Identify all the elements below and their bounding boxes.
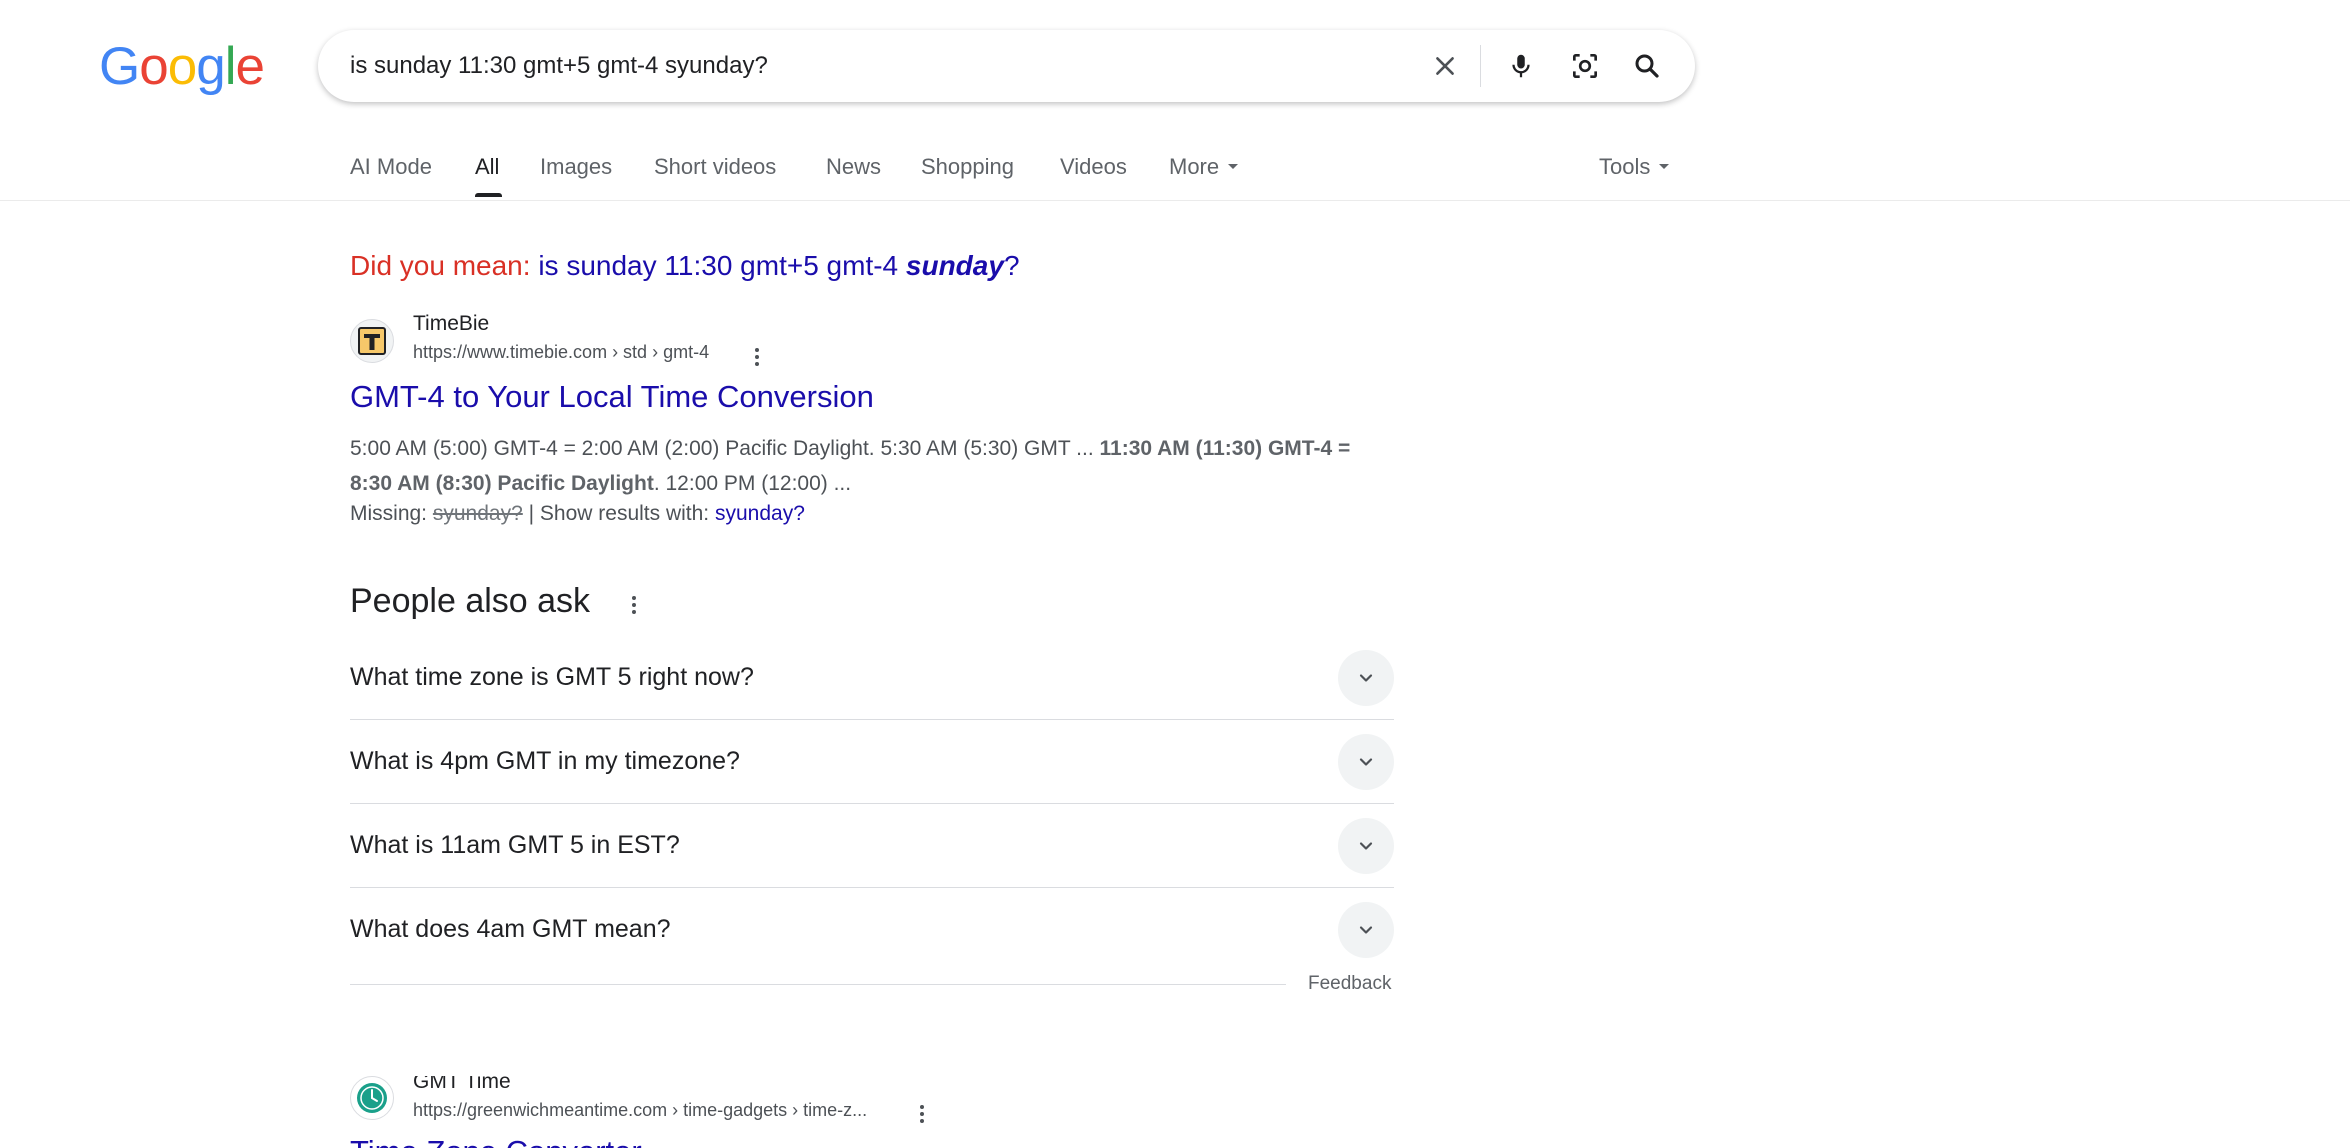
clear-icon[interactable] (1425, 46, 1465, 86)
result-site-name[interactable]: GMT Time (413, 1076, 511, 1094)
tab-short-videos[interactable]: Short videos (654, 154, 776, 180)
did-you-mean-text: is sunday 11:30 gmt+5 gmt-4 (538, 250, 899, 281)
logo-letter-o2: o (167, 37, 198, 96)
did-you-mean: Did you mean: is sunday 11:30 gmt+5 gmt-… (350, 250, 1020, 282)
snippet-text-end: . 12:00 PM (12:00) ... (653, 472, 852, 495)
active-tab-indicator (475, 193, 502, 197)
paa-question-text: What is 11am GMT 5 in EST? (350, 831, 680, 859)
paa-question[interactable]: What does 4am GMT mean? (350, 888, 1394, 972)
show-results-label: | Show results with: (528, 502, 710, 525)
result-snippet: 5:00 AM (5:00) GMT-4 = 2:00 AM (2:00) Pa… (350, 431, 1395, 501)
chevron-down-icon[interactable] (1338, 734, 1394, 790)
did-you-mean-link[interactable]: is sunday 11:30 gmt+5 gmt-4 sunday? (538, 250, 1019, 281)
missing-label: Missing: (350, 502, 428, 525)
result-title-link[interactable]: Time Zone Converter (350, 1134, 642, 1148)
tools-button[interactable]: Tools (1599, 154, 1670, 180)
more-options-icon[interactable] (745, 345, 769, 369)
did-you-mean-prefix: Did you mean: (350, 250, 531, 281)
tab-shopping[interactable]: Shopping (921, 154, 1014, 180)
people-also-ask-title: People also ask (350, 582, 636, 621)
did-you-mean-suffix: ? (1003, 250, 1020, 281)
tab-news[interactable]: News (826, 154, 881, 180)
people-also-ask-list: What time zone is GMT 5 right now? What … (350, 636, 1394, 972)
chevron-down-icon[interactable] (1338, 650, 1394, 706)
tab-more[interactable]: More (1169, 154, 1239, 180)
paa-question[interactable]: What is 4pm GMT in my timezone? (350, 720, 1394, 804)
tab-ai-mode[interactable]: AI Mode (350, 154, 432, 180)
search-input[interactable] (350, 30, 1410, 102)
search-box (318, 30, 1695, 102)
paa-question-text: What time zone is GMT 5 right now? (350, 663, 754, 691)
gmt-time-favicon (350, 1076, 394, 1120)
did-you-mean-correction: sunday (905, 250, 1004, 281)
result-url[interactable]: https://greenwichmeantime.com › time-gad… (413, 1100, 867, 1121)
chevron-down-icon (1659, 163, 1670, 169)
chevron-down-icon[interactable] (1338, 818, 1394, 874)
feedback-link[interactable]: Feedback (1308, 973, 1391, 995)
timebie-favicon (350, 319, 394, 363)
tab-all[interactable]: All (475, 154, 499, 180)
tab-images[interactable]: Images (540, 154, 612, 180)
paa-question-text: What does 4am GMT mean? (350, 915, 671, 943)
logo-letter-l: l (224, 37, 237, 96)
chevron-down-icon[interactable] (1338, 902, 1394, 958)
header-divider (0, 200, 2350, 201)
paa-question-text: What is 4pm GMT in my timezone? (350, 747, 740, 775)
result-title-link[interactable]: GMT-4 to Your Local Time Conversion (350, 379, 874, 415)
snippet-text: 5:00 AM (5:00) GMT-4 = 2:00 AM (2:00) Pa… (350, 437, 1100, 460)
missing-terms: Missing: syunday? | Show results with: s… (350, 496, 805, 531)
paa-heading: People also ask (350, 582, 591, 620)
chevron-down-icon (1228, 163, 1239, 169)
timebie-logo-icon (358, 327, 386, 355)
search-divider (1480, 45, 1481, 87)
logo-letter-e: e (235, 37, 265, 96)
result-url[interactable]: https://www.timebie.com › std › gmt-4 (413, 342, 709, 363)
more-options-icon[interactable] (910, 1102, 934, 1126)
missing-term: syunday? (432, 502, 523, 525)
search-result: GMT Time https://greenwichmeantime.com ›… (350, 1076, 1395, 1148)
microphone-icon[interactable] (1501, 46, 1541, 86)
paa-more-options-icon[interactable] (622, 593, 646, 617)
search-icon[interactable] (1627, 46, 1667, 86)
google-logo[interactable]: Google (99, 37, 265, 96)
paa-question[interactable]: What is 11am GMT 5 in EST? (350, 804, 1394, 888)
paa-question[interactable]: What time zone is GMT 5 right now? (350, 636, 1394, 720)
feedback-divider (350, 984, 1286, 985)
logo-letter-g: G (99, 37, 140, 96)
show-results-link[interactable]: syunday? (715, 502, 805, 525)
logo-letter-o1: o (139, 37, 169, 96)
tab-videos[interactable]: Videos (1060, 154, 1127, 180)
tab-more-label: More (1169, 154, 1220, 179)
logo-letter-g2: g (196, 37, 226, 96)
gmt-time-logo-icon (357, 1083, 387, 1113)
tools-label: Tools (1599, 154, 1651, 179)
search-tabs: AI Mode All Images Short videos News Sho… (350, 146, 1690, 202)
search-result: TimeBie https://www.timebie.com › std › … (350, 312, 1395, 531)
camera-lens-icon[interactable] (1565, 46, 1605, 86)
result-site-name[interactable]: TimeBie (413, 312, 489, 336)
